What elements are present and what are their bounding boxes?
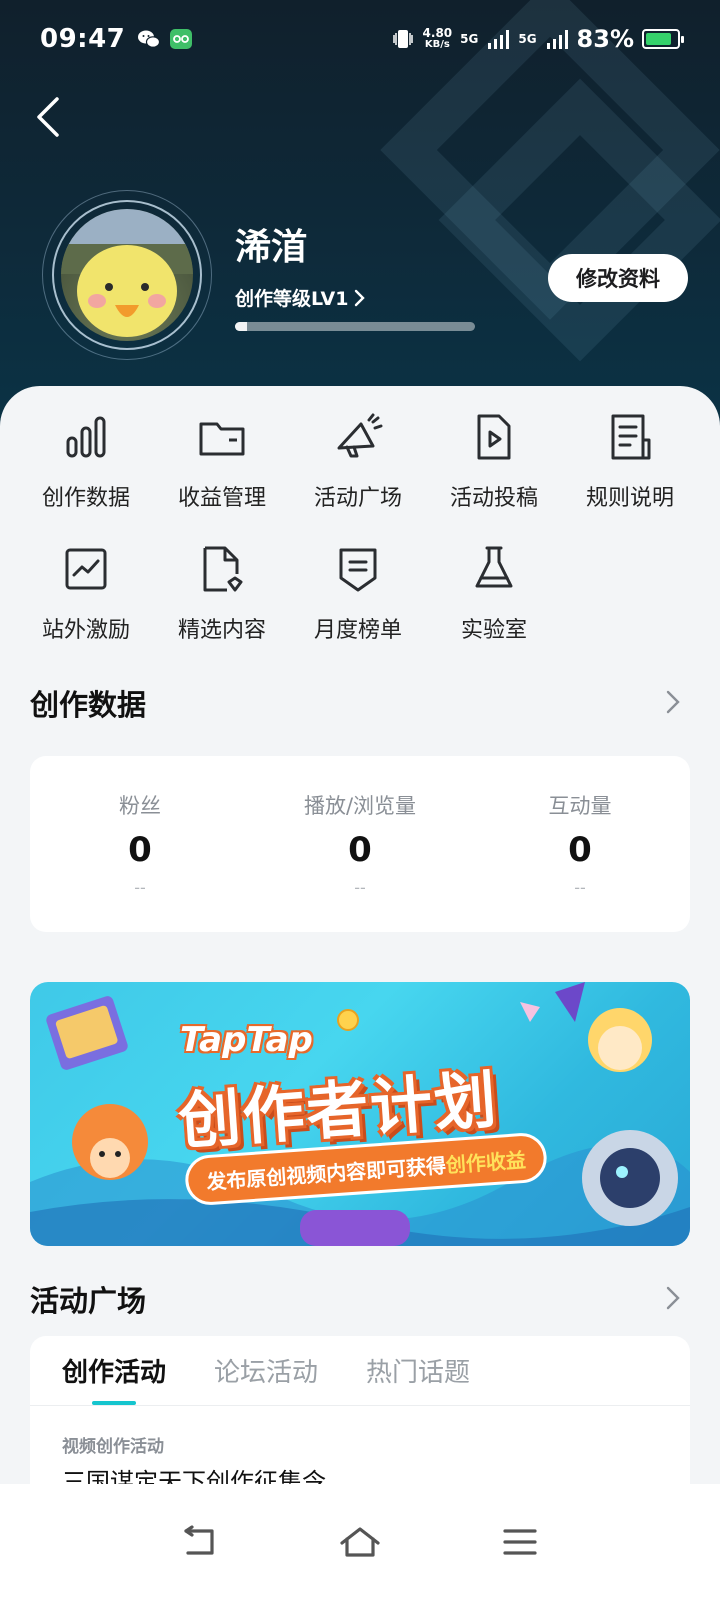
file-badge-icon [203, 546, 243, 592]
stat-value: 0 [128, 830, 152, 870]
nav-menu-button[interactable] [496, 1518, 544, 1566]
signal-icon [488, 30, 510, 49]
system-navigation-bar [0, 1484, 720, 1600]
activity-plaza-title: 活动广场 [30, 1284, 147, 1318]
app-notification-icon [170, 29, 193, 49]
grid-item-creation-data[interactable]: 创作数据 [18, 410, 154, 512]
activity-category: 视频创作活动 [62, 1437, 164, 1457]
wallet-icon [199, 422, 245, 456]
creator-level-link[interactable]: 创作等级LV1 [235, 284, 366, 311]
status-time: 09:47 [40, 24, 126, 54]
chevron-right-icon [355, 289, 366, 306]
net-speed-value: 4.80 [422, 26, 453, 40]
banner-brand: TapTap [180, 1020, 313, 1060]
stat-change: -- [354, 878, 366, 897]
grid-item-earnings[interactable]: 收益管理 [154, 410, 290, 512]
grid-label: 月度榜单 [313, 618, 402, 643]
status-bar: 09:47 4.80 KB/s 5G 5G 83% [0, 0, 720, 78]
tool-grid: 创作数据 收益管理 活动广场 活动投稿 规则说明 站外激励 精选内容 月度榜单 … [18, 410, 702, 644]
nav-home-button[interactable] [336, 1518, 384, 1566]
stat-change: -- [134, 878, 146, 897]
avatar-frame [42, 190, 212, 360]
username: 浠渞 [235, 227, 308, 268]
creator-plan-banner[interactable]: TapTap 创作者计划 发布原创视频内容即可获得 创作收益 [30, 982, 690, 1246]
stat-value: 0 [568, 830, 592, 870]
stat-fans: 粉丝 0 -- [30, 756, 250, 932]
chevron-right-icon[interactable] [664, 688, 682, 716]
grid-label: 活动投稿 [449, 486, 538, 511]
flask-icon [475, 546, 513, 588]
bar-chart-icon [66, 416, 106, 458]
creation-data-title: 创作数据 [30, 688, 147, 722]
megaphone-icon [337, 413, 383, 458]
grid-label: 实验室 [460, 618, 527, 643]
avatar-image [61, 209, 193, 337]
stat-value: 0 [348, 830, 372, 870]
tab-forum-activity[interactable]: 论坛活动 [214, 1336, 318, 1405]
grid-item-external-incentive[interactable]: 站外激励 [18, 542, 154, 644]
stat-label: 粉丝 [119, 794, 161, 818]
tab-hot-topics[interactable]: 热门话题 [366, 1336, 470, 1405]
grid-item-monthly-ranking[interactable]: 月度榜单 [290, 542, 426, 644]
banner-subtitle-highlight: 创作收益 [445, 1147, 527, 1177]
grid-label: 站外激励 [41, 618, 130, 643]
profile-header: 09:47 4.80 KB/s 5G 5G 83% 浠渞 创作等级LV1 修改资… [0, 0, 720, 440]
vibrate-icon [392, 30, 413, 48]
nav-back-button[interactable] [176, 1518, 224, 1566]
battery-percent: 83% [576, 25, 634, 53]
grid-item-activity-plaza[interactable]: 活动广场 [290, 410, 426, 512]
trend-chart-icon [65, 548, 107, 590]
net-speed-unit: KB/s [424, 39, 450, 50]
chevron-right-icon[interactable] [664, 1284, 682, 1312]
stat-label: 播放/浏览量 [303, 794, 417, 818]
grid-label: 规则说明 [585, 486, 674, 511]
document-icon [611, 414, 651, 460]
creation-stats-card[interactable]: 粉丝 0 -- 播放/浏览量 0 -- 互动量 0 -- [30, 756, 690, 932]
grid-item-submission[interactable]: 活动投稿 [426, 410, 562, 512]
ranking-icon [339, 548, 377, 592]
signal-icon [546, 30, 568, 49]
menu-icon [503, 1529, 537, 1555]
battery-fill [646, 33, 671, 45]
sim1-label: 5G [460, 32, 479, 46]
battery-icon [642, 29, 684, 49]
grid-item-rules[interactable]: 规则说明 [562, 410, 698, 512]
sim2-label: 5G [518, 32, 537, 46]
level-progress-fill [235, 322, 247, 331]
avatar[interactable] [61, 209, 193, 341]
stat-label: 互动量 [548, 794, 612, 818]
activity-tabs: 创作活动 论坛活动 热门话题 [30, 1336, 690, 1406]
level-progress-bar [235, 322, 475, 331]
grid-label: 收益管理 [177, 486, 266, 511]
edit-profile-button[interactable]: 修改资料 [548, 254, 688, 302]
wechat-icon [138, 30, 161, 48]
home-icon [340, 1527, 380, 1557]
tab-creation-activity[interactable]: 创作活动 [62, 1336, 166, 1405]
stat-interactions: 互动量 0 -- [470, 756, 690, 932]
grid-label: 活动广场 [313, 486, 402, 511]
chevron-left-icon [37, 97, 59, 137]
grid-label: 精选内容 [177, 618, 266, 643]
grid-item-featured[interactable]: 精选内容 [154, 542, 290, 644]
creator-level-label: 创作等级LV1 [235, 288, 349, 310]
banner-subtitle-main: 发布原创视频内容即可获得 [205, 1152, 447, 1194]
stat-views: 播放/浏览量 0 -- [250, 756, 470, 932]
back-arrow-icon [184, 1525, 214, 1555]
back-button[interactable] [28, 95, 68, 139]
grid-item-lab[interactable]: 实验室 [426, 542, 562, 644]
grid-label: 创作数据 [41, 486, 130, 511]
stat-change: -- [574, 878, 586, 897]
video-file-icon [477, 414, 511, 460]
main-content: 创作数据 收益管理 活动广场 活动投稿 规则说明 站外激励 精选内容 月度榜单 … [0, 386, 720, 1600]
